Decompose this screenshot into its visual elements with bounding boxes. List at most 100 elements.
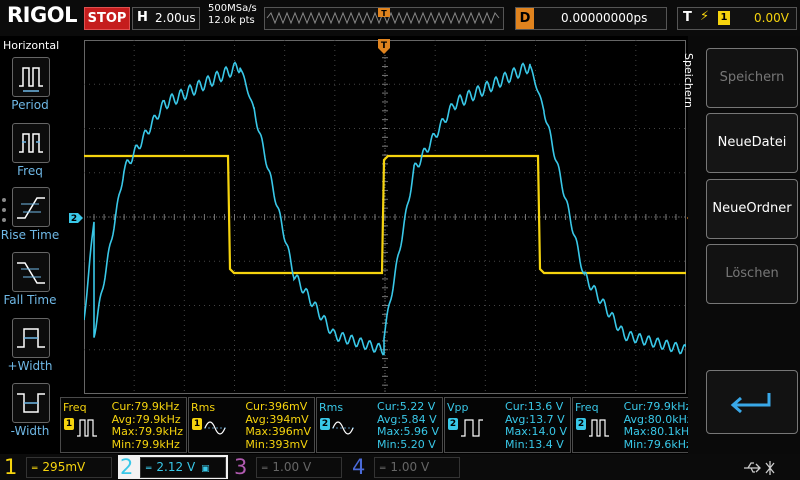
menu-new-folder-button[interactable]: NeueOrdner — [706, 179, 798, 239]
measurement-item[interactable]: Rms 2 Cur:5.22 V Avg:5.84 V Max:5.96 V M… — [316, 397, 443, 453]
trigger-position-marker[interactable]: T — [377, 38, 391, 56]
panel-title: Horizontal — [3, 39, 60, 52]
channel-4-status[interactable]: 4 ═ 1.00 V — [352, 455, 462, 479]
measurement-name: Rms — [191, 401, 216, 414]
measurement-stats: Cur:396mV Avg:394mV Max:396mV Min:393mV — [245, 400, 311, 451]
stat-max: Max:5.96 V — [377, 425, 439, 438]
delay-value: 0.00000000ps — [561, 11, 648, 25]
menu-title: Speichern — [681, 53, 695, 108]
measurement-name: Vpp — [447, 401, 469, 414]
dc-coupling-icon: ═ — [380, 464, 386, 474]
measurement-stats: Cur:79.9kHz Avg:79.9kHz Max:79.9kHz Min:… — [111, 400, 183, 451]
timebase-box[interactable]: H 2.00us — [132, 7, 200, 30]
menu-new-file-button[interactable]: NeueDatei — [706, 113, 798, 173]
waveform-display[interactable]: T — [83, 38, 687, 394]
channel-2-status[interactable]: 2 ═ 2.12 V ▣ — [118, 455, 228, 479]
stat-current: Cur:5.22 V — [377, 400, 436, 413]
fall-time-label: Fall Time — [3, 293, 57, 307]
period-label: Period — [11, 98, 49, 112]
trigger-position-label: T — [381, 41, 388, 51]
measurement-item[interactable]: Rms 1 Cur:396mV Avg:394mV Max:396mV Min:… — [188, 397, 315, 453]
horizontal-label: H — [137, 10, 148, 25]
rising-edge-icon: ⚡ — [700, 9, 710, 24]
measure-fall-time-button[interactable]: Fall Time — [0, 252, 60, 314]
memory-depth: 12.0k pts — [208, 15, 255, 26]
save-menu: Speichern Speichern NeueDatei NeueOrdner… — [681, 36, 800, 454]
rms-sine-icon — [204, 421, 228, 435]
horizontal-measure-panel: Horizontal Period Freq Rise Time Fall Ti… — [0, 36, 60, 454]
waveform-grid — [83, 39, 687, 394]
stat-max: Max:14.0 V — [505, 425, 567, 438]
delay-box[interactable]: D 0.00000000ps — [515, 7, 667, 30]
fall-time-icon — [12, 252, 50, 292]
usb-icon — [742, 460, 792, 480]
stat-current: Cur:79.9kHz — [623, 400, 692, 413]
stat-min: Min:79.6kHz — [623, 437, 692, 451]
stat-current: Cur:79.9kHz — [111, 400, 180, 413]
stat-min: Min:393mV — [245, 437, 308, 451]
timebase-value: 2.00us — [155, 11, 196, 25]
measurement-stats: Cur:79.9kHz Avg:80.0kHz Max:80.1kHz Min:… — [623, 400, 695, 451]
run-stop-button[interactable]: STOP — [84, 7, 130, 30]
menu-save-button[interactable]: Speichern — [706, 48, 798, 108]
channel-1-status[interactable]: 1 ═ 295mV — [4, 455, 114, 479]
rise-time-icon — [12, 187, 50, 227]
stat-min: Min:13.4 V — [505, 437, 564, 451]
stat-current: Cur:396mV — [245, 400, 308, 413]
channel-number: 4 — [352, 455, 366, 479]
positive-width-icon — [12, 318, 50, 358]
menu-delete-button[interactable]: Löschen — [706, 244, 798, 304]
measure-negative-width-button[interactable]: -Width — [0, 383, 60, 445]
channel-scale: ═ 1.00 V — [256, 457, 342, 478]
negative-width-label: -Width — [10, 424, 50, 438]
measurement-stats: Cur:13.6 V Avg:13.7 V Max:14.0 V Min:13.… — [505, 400, 567, 451]
frequency-icon — [589, 419, 609, 437]
bandwidth-limit-icon: ▣ — [201, 464, 210, 474]
measurement-item[interactable]: Vpp 2 Cur:13.6 V Avg:13.7 V Max:14.0 V M… — [444, 397, 571, 453]
channel-scale: ═ 2.12 V ▣ — [140, 457, 226, 478]
frequency-icon — [12, 123, 50, 163]
channel-number: 2 — [120, 455, 134, 479]
top-status-bar: RIGOL STOP H 2.00us 500MSa/s 12.0k pts T… — [0, 0, 800, 36]
channel-2-offset-marker[interactable]: 2 — [68, 212, 84, 224]
rigol-logo: RIGOL — [7, 3, 77, 27]
measurement-item[interactable]: Freq 2 Cur:79.9kHz Avg:80.0kHz Max:80.1k… — [572, 397, 699, 453]
trigger-box[interactable]: T ⚡ 1 0.00V — [677, 7, 797, 30]
dc-coupling-icon: ═ — [146, 464, 152, 474]
dc-coupling-icon: ═ — [32, 464, 38, 474]
channel-number: 1 — [4, 455, 18, 479]
channel-3-status[interactable]: 3 ═ 1.00 V — [234, 455, 344, 479]
trigger-source: 1 — [718, 11, 730, 25]
peak-to-peak-icon — [461, 419, 483, 437]
stat-min: Min:79.9kHz — [111, 437, 180, 451]
frequency-label: Freq — [17, 164, 43, 178]
measure-positive-width-button[interactable]: +Width — [0, 318, 60, 380]
rms-sine-icon — [332, 421, 356, 435]
measurement-name: Freq — [63, 401, 87, 414]
measure-rise-time-button[interactable]: Rise Time — [0, 187, 60, 249]
channel-number: 3 — [234, 455, 248, 479]
overview-trigger-marker: T — [381, 9, 387, 18]
menu-back-button[interactable] — [706, 370, 798, 434]
measurement-stats: Cur:5.22 V Avg:5.84 V Max:5.96 V Min:5.2… — [377, 400, 439, 451]
measure-frequency-button[interactable]: Freq — [0, 123, 60, 185]
stat-max: Max:79.9kHz — [111, 425, 183, 438]
stat-min: Min:5.20 V — [377, 437, 436, 451]
measurement-channel: 1 — [192, 418, 202, 430]
stat-max: Max:396mV — [245, 425, 311, 438]
grid-lines — [83, 39, 686, 394]
overview-waveform-icon: T — [266, 8, 500, 25]
measurement-channel: 2 — [320, 418, 330, 430]
stat-max: Max:80.1kHz — [623, 425, 695, 438]
waveform-overview-bar[interactable]: T — [264, 7, 504, 30]
rise-time-label: Rise Time — [0, 228, 60, 242]
acquisition-info: 500MSa/s 12.0k pts — [208, 3, 257, 27]
sample-rate: 500MSa/s — [208, 3, 257, 14]
measurement-channel: 2 — [448, 418, 458, 430]
measurement-channel: 1 — [64, 418, 74, 430]
measure-period-button[interactable]: Period — [0, 57, 60, 119]
measurement-item[interactable]: Freq 1 Cur:79.9kHz Avg:79.9kHz Max:79.9k… — [60, 397, 187, 453]
delay-label: D — [516, 8, 534, 29]
stat-current: Cur:13.6 V — [505, 400, 564, 413]
measurement-channel: 2 — [576, 418, 586, 430]
